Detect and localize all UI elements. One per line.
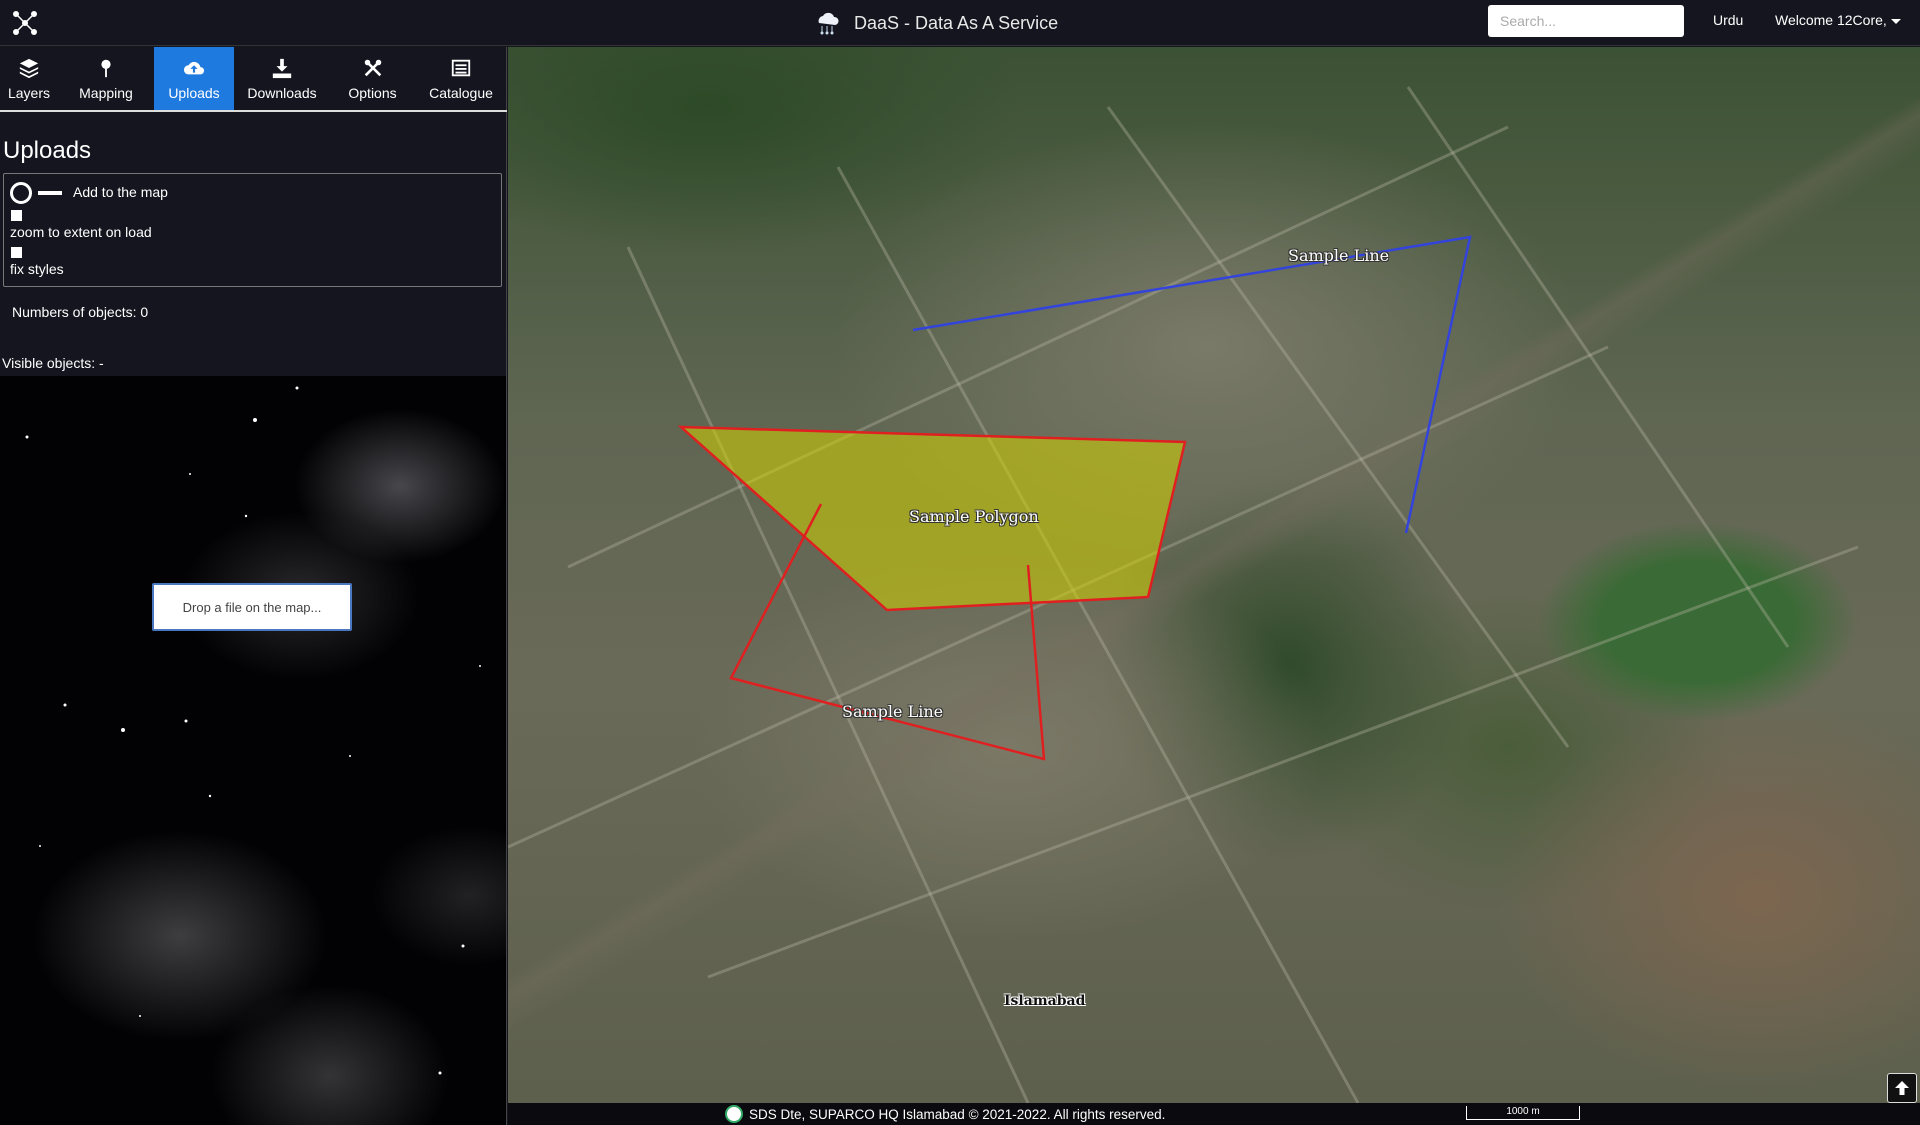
fix-styles-label: fix styles bbox=[10, 261, 64, 277]
side-panel: Layers Mapping Uploads Downloads Options… bbox=[0, 47, 507, 1125]
tab-layers[interactable]: Layers bbox=[0, 47, 58, 110]
top-bar: DaaS - Data As A Service Urdu Welcome 12… bbox=[0, 0, 1920, 46]
sample-line-label: Sample Line bbox=[842, 702, 944, 721]
road-network bbox=[508, 86, 1859, 1103]
add-to-map-label: Add to the map bbox=[73, 184, 168, 200]
arrow-up-icon bbox=[1895, 1081, 1909, 1095]
language-toggle[interactable]: Urdu bbox=[1713, 12, 1743, 28]
tab-label: Uploads bbox=[168, 84, 220, 101]
user-menu-label: Welcome 12Core, bbox=[1775, 12, 1887, 28]
copyright-text: SDS Dte, SUPARCO HQ Islamabad © 2021-202… bbox=[749, 1106, 1166, 1122]
layers-icon bbox=[19, 58, 39, 78]
caret-down-icon bbox=[1890, 19, 1901, 24]
city-label: Islamabad bbox=[1004, 993, 1086, 1009]
cloud-logo-icon bbox=[812, 6, 842, 41]
upload-options: Add to the map zoom to extent on load fi… bbox=[3, 173, 502, 287]
tab-label: Mapping bbox=[79, 84, 133, 101]
sample-line-label: Sample Line bbox=[1288, 246, 1390, 265]
tab-label: Options bbox=[348, 84, 397, 101]
app-title-group: DaaS - Data As A Service bbox=[812, 6, 1058, 40]
tab-mapping[interactable]: Mapping bbox=[58, 47, 154, 110]
zoom-to-extent-checkbox[interactable] bbox=[11, 210, 22, 221]
app-title: DaaS - Data As A Service bbox=[854, 12, 1059, 33]
zoom-to-extent-label: zoom to extent on load bbox=[10, 224, 152, 240]
scroll-top-button[interactable] bbox=[1887, 1073, 1917, 1103]
file-drop-area[interactable]: Drop a file on the map... bbox=[0, 376, 506, 1125]
drop-file-prompt[interactable]: Drop a file on the map... bbox=[152, 583, 352, 631]
scale-bar: 1000 m bbox=[1466, 1106, 1580, 1120]
toggle-knob bbox=[10, 182, 32, 204]
add-to-map-toggle[interactable] bbox=[10, 182, 66, 204]
download-icon bbox=[272, 58, 292, 78]
app-logo-icon[interactable] bbox=[10, 8, 40, 38]
star-field bbox=[25, 386, 481, 1075]
tab-uploads[interactable]: Uploads bbox=[154, 47, 234, 110]
toggle-track bbox=[38, 191, 62, 195]
tab-catalogue[interactable]: Catalogue bbox=[415, 47, 507, 110]
visible-objects: Visible objects: - bbox=[2, 355, 104, 371]
user-menu[interactable]: Welcome 12Core, bbox=[1775, 12, 1901, 28]
list-icon bbox=[451, 59, 471, 76]
tab-downloads[interactable]: Downloads bbox=[234, 47, 330, 110]
tab-label: Catalogue bbox=[429, 84, 493, 101]
fix-styles-checkbox[interactable] bbox=[11, 247, 22, 258]
tab-options[interactable]: Options bbox=[330, 47, 415, 110]
sample-polygon-label: Sample Polygon bbox=[909, 507, 1039, 526]
cloud-upload-icon bbox=[183, 61, 205, 74]
map-features bbox=[508, 86, 1859, 1103]
footer-content: SDS Dte, SUPARCO HQ Islamabad © 2021-202… bbox=[725, 1104, 1165, 1124]
map-view[interactable]: Sample Line Sample Polygon Sample Line I… bbox=[508, 47, 1920, 1103]
tab-label: Downloads bbox=[247, 84, 317, 101]
map-pin-icon bbox=[101, 59, 111, 77]
footer: SDS Dte, SUPARCO HQ Islamabad © 2021-202… bbox=[508, 1103, 1920, 1125]
suparco-logo-icon bbox=[725, 1105, 743, 1123]
tab-label: Layers bbox=[7, 84, 51, 101]
objects-count: Numbers of objects: 0 bbox=[12, 304, 149, 320]
panel-title: Uploads bbox=[3, 137, 92, 164]
tools-icon bbox=[364, 59, 381, 76]
tab-bar: Layers Mapping Uploads Downloads Options… bbox=[0, 47, 507, 112]
search-input[interactable] bbox=[1488, 5, 1684, 37]
